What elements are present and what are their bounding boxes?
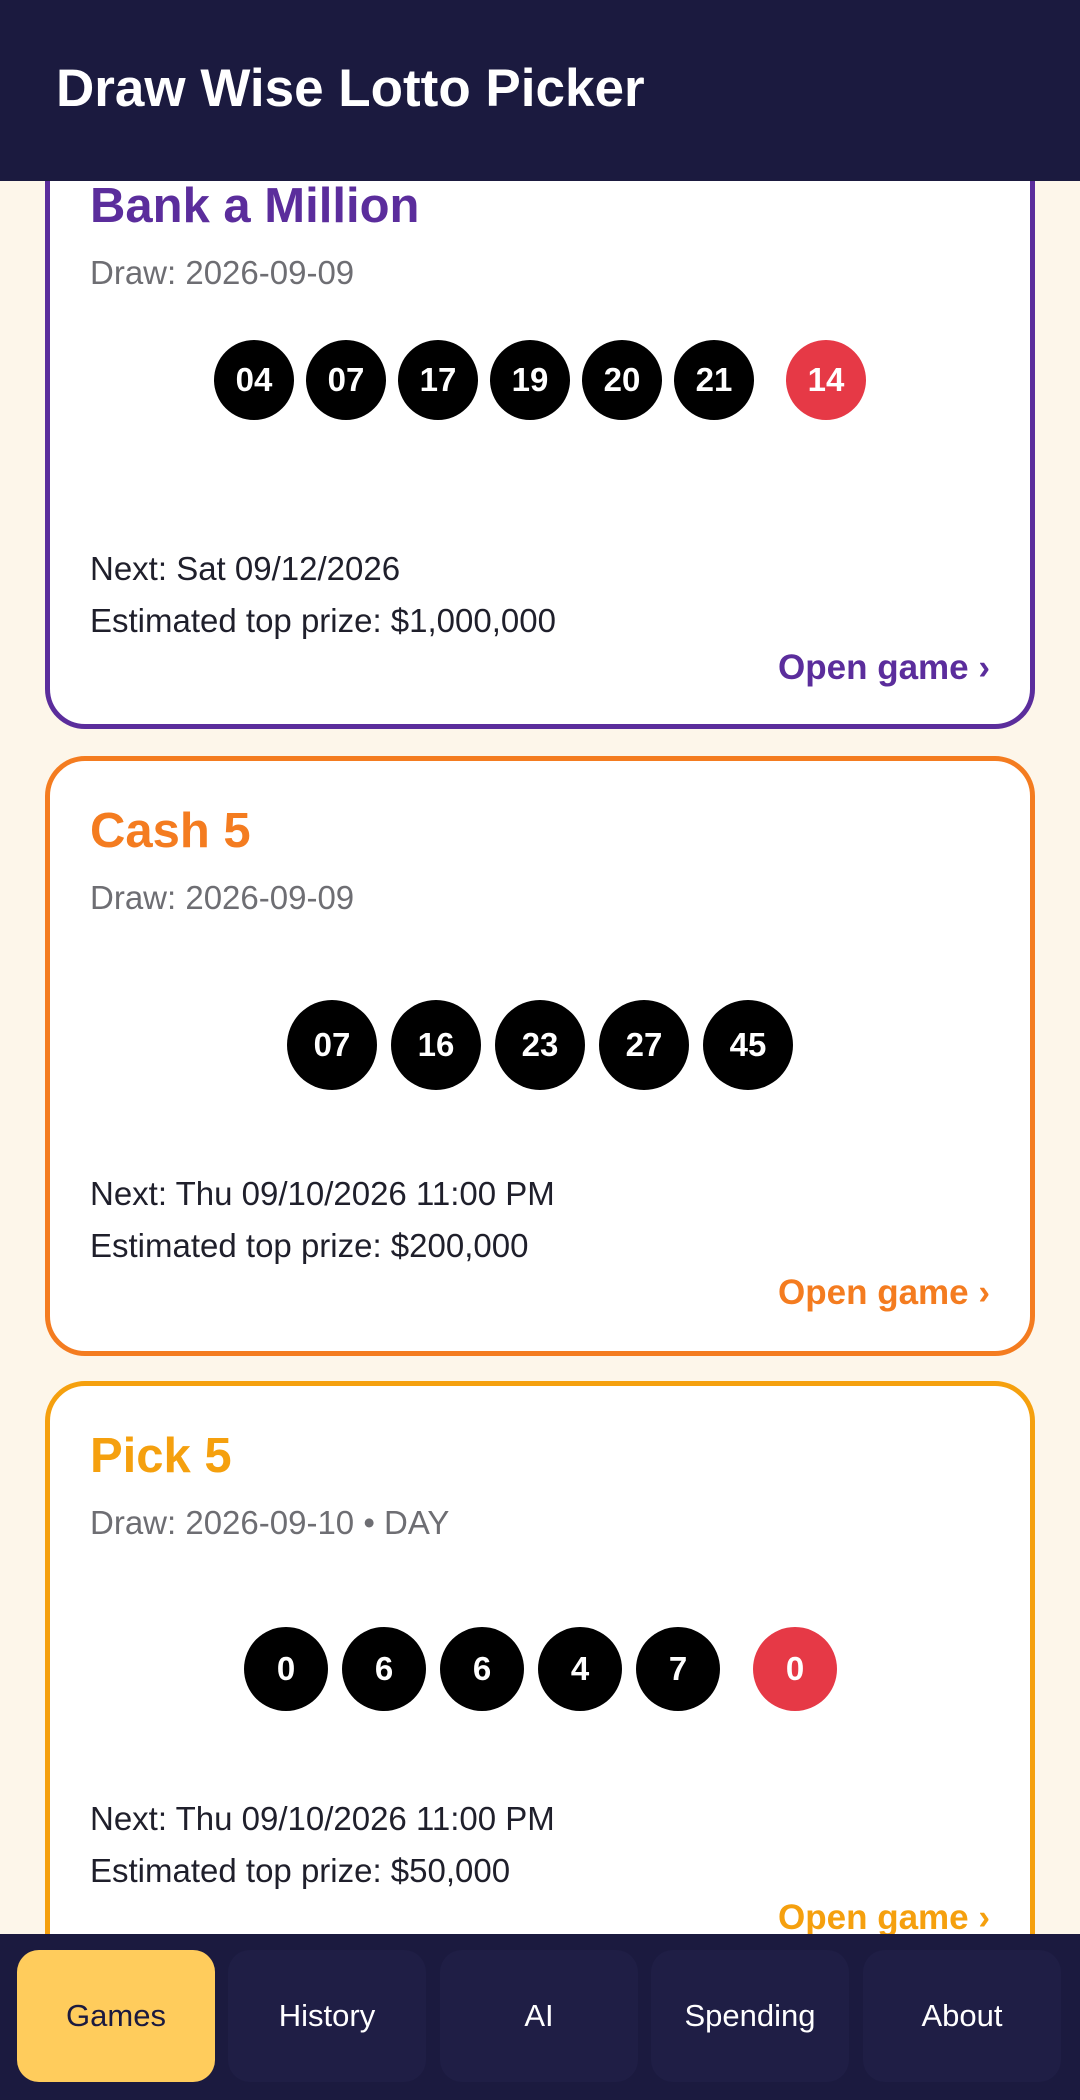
card-top-prize: Estimated top prize: $200,000 xyxy=(90,1227,529,1264)
bonus-ball: 14 xyxy=(786,340,866,420)
card-draw-date: Draw: 2026-09-09 xyxy=(90,254,355,291)
number-ball: 6 xyxy=(342,1627,426,1711)
winning-numbers: 07 16 23 27 45 xyxy=(50,1000,1030,1090)
number-ball: 6 xyxy=(440,1627,524,1711)
number-ball: 17 xyxy=(398,340,478,420)
card-top-prize: Estimated top prize: $1,000,000 xyxy=(90,602,556,639)
nav-tab-history[interactable]: History xyxy=(228,1950,426,2082)
number-ball: 07 xyxy=(306,340,386,420)
nav-tab-spending[interactable]: Spending xyxy=(651,1950,849,2082)
number-ball: 4 xyxy=(538,1627,622,1711)
card-draw-date: Draw: 2026-09-10 • DAY xyxy=(90,1504,450,1541)
number-ball: 45 xyxy=(703,1000,793,1090)
winning-numbers: 0 6 6 4 7 0 xyxy=(50,1627,1030,1711)
game-list[interactable]: Bank a Million Draw: 2026-09-09 04 07 17… xyxy=(0,181,1080,1934)
number-ball: 21 xyxy=(674,340,754,420)
card-title: Pick 5 xyxy=(90,1429,232,1483)
number-ball: 7 xyxy=(636,1627,720,1711)
number-ball: 16 xyxy=(391,1000,481,1090)
nav-tab-games[interactable]: Games xyxy=(17,1950,215,2082)
number-ball: 07 xyxy=(287,1000,377,1090)
app-title: Draw Wise Lotto Picker xyxy=(56,59,645,118)
card-top-prize: Estimated top prize: $50,000 xyxy=(90,1852,511,1889)
number-ball: 0 xyxy=(244,1627,328,1711)
number-ball: 27 xyxy=(599,1000,689,1090)
number-ball: 19 xyxy=(490,340,570,420)
game-card-cash-5[interactable]: Cash 5 Draw: 2026-09-09 07 16 23 27 45 N… xyxy=(45,756,1035,1356)
open-game-link[interactable]: Open game › xyxy=(778,1898,990,1934)
open-game-link[interactable]: Open game › xyxy=(778,648,990,688)
open-game-link[interactable]: Open game › xyxy=(778,1273,990,1313)
winning-numbers: 04 07 17 19 20 21 14 xyxy=(50,340,1030,420)
card-title: Bank a Million xyxy=(90,181,420,233)
card-next-draw: Next: Sat 09/12/2026 xyxy=(90,550,401,587)
nav-tab-ai[interactable]: AI xyxy=(440,1950,638,2082)
game-card-bank-a-million[interactable]: Bank a Million Draw: 2026-09-09 04 07 17… xyxy=(45,181,1035,729)
card-draw-date: Draw: 2026-09-09 xyxy=(90,879,355,916)
game-card-pick-5[interactable]: Pick 5 Draw: 2026-09-10 • DAY 0 6 6 4 7 … xyxy=(45,1381,1035,1934)
app-bar: Draw Wise Lotto Picker xyxy=(0,0,1080,181)
card-next-draw: Next: Thu 09/10/2026 11:00 PM xyxy=(90,1175,555,1212)
nav-tab-about[interactable]: About xyxy=(863,1950,1061,2082)
card-title: Cash 5 xyxy=(90,804,251,858)
number-ball: 23 xyxy=(495,1000,585,1090)
card-next-draw: Next: Thu 09/10/2026 11:00 PM xyxy=(90,1800,555,1837)
number-ball: 20 xyxy=(582,340,662,420)
number-ball: 04 xyxy=(214,340,294,420)
bottom-nav: Games History AI Spending About xyxy=(0,1934,1080,2100)
bonus-ball: 0 xyxy=(753,1627,837,1711)
